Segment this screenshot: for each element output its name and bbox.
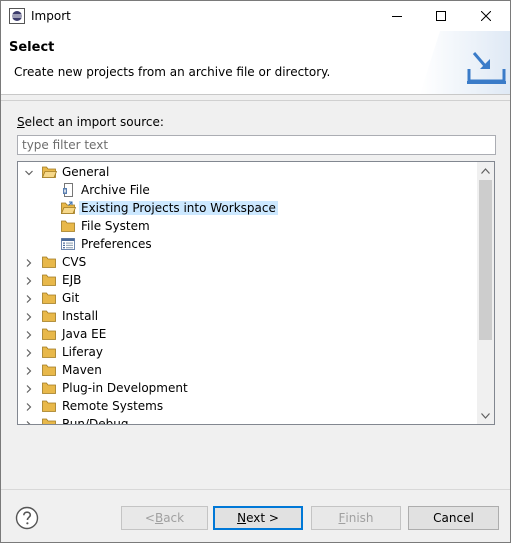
back-label-prefix: < <box>144 511 155 525</box>
tree-item[interactable]: Liferay <box>18 343 478 361</box>
chevron-right-icon[interactable] <box>24 365 34 375</box>
tree-item-label: Maven <box>62 363 102 377</box>
next-mnemonic: N <box>237 511 247 525</box>
folder-icon <box>41 344 57 360</box>
window-title: Import <box>31 9 71 23</box>
footer-separator <box>1 489 510 490</box>
folder-icon <box>41 272 57 288</box>
tree-item[interactable]: Archive File <box>18 181 478 199</box>
filter-input[interactable] <box>17 135 496 155</box>
folder-icon <box>41 254 57 270</box>
tree-item[interactable]: Java EE <box>18 325 478 343</box>
finish-button[interactable]: Finish <box>311 506 401 530</box>
scroll-thumb[interactable] <box>479 180 492 340</box>
minimize-button[interactable] <box>375 1 419 31</box>
scroll-down-button[interactable] <box>477 407 494 424</box>
tree-item[interactable]: Existing Projects into Workspace <box>18 199 478 217</box>
folder-icon <box>41 308 57 324</box>
maximize-button[interactable] <box>419 1 463 31</box>
back-label-rest: ack <box>163 511 185 525</box>
title-bar[interactable]: Import <box>1 1 510 31</box>
page-title: Select <box>9 40 55 55</box>
back-button[interactable]: < Back <box>121 506 208 530</box>
tree-item-label: Git <box>62 291 80 305</box>
folder-icon <box>41 326 57 342</box>
folder-icon <box>41 398 57 414</box>
folder-icon <box>60 218 76 234</box>
tree-item-label: Run/Debug <box>62 417 129 424</box>
maximize-icon <box>436 11 446 21</box>
close-icon <box>481 11 491 21</box>
finish-mnemonic: F <box>338 511 346 525</box>
folder-icon <box>41 380 57 396</box>
tree-item-label: Archive File <box>81 183 150 197</box>
tree-item-label: Preferences <box>81 237 152 251</box>
chevron-right-icon[interactable] <box>24 401 34 411</box>
folder-icon <box>41 362 57 378</box>
chevron-down-icon <box>481 412 490 419</box>
finish-label-rest: inish <box>345 511 374 525</box>
chevron-right-icon[interactable] <box>24 383 34 393</box>
chevron-right-icon[interactable] <box>24 293 34 303</box>
tree-item[interactable]: CVS <box>18 253 478 271</box>
label-mnemonic: S <box>17 115 25 129</box>
tree-items: General Archive File Existing Projects int… <box>18 162 478 424</box>
tree-item-label: File System <box>81 219 150 233</box>
chevron-right-icon[interactable] <box>24 329 34 339</box>
next-button[interactable]: Next > <box>213 506 303 530</box>
eclipse-app-icon <box>9 8 25 24</box>
page-description: Create new projects from an archive file… <box>14 65 331 79</box>
tree-item[interactable]: Remote Systems <box>18 397 478 415</box>
chevron-down-icon[interactable] <box>24 167 34 177</box>
preferences-icon <box>60 236 76 252</box>
existing-projects-icon <box>60 200 77 216</box>
chevron-right-icon[interactable] <box>24 275 34 285</box>
label-text: elect an import source: <box>24 115 164 129</box>
tree-item[interactable]: Git <box>18 289 478 307</box>
tree-item[interactable]: EJB <box>18 271 478 289</box>
cancel-label: Cancel <box>433 511 474 525</box>
minimize-icon <box>392 16 402 17</box>
next-label-rest: ext > <box>246 511 279 525</box>
tree-item[interactable]: General <box>18 163 478 181</box>
tree-item[interactable]: Maven <box>18 361 478 379</box>
import-source-label: Select an import source: <box>17 115 164 129</box>
tree-item-label: Remote Systems <box>62 399 164 413</box>
import-wizard-icon <box>420 31 510 94</box>
import-dialog: Import Select Create new projects from a… <box>0 0 511 543</box>
cancel-button[interactable]: Cancel <box>408 506 499 530</box>
close-button[interactable] <box>464 1 508 31</box>
archive-file-icon <box>60 182 76 198</box>
tree-item-label: Install <box>62 309 99 323</box>
tree-item-label: Liferay <box>62 345 104 359</box>
chevron-up-icon <box>481 167 490 174</box>
wizard-header: Select Create new projects from an archi… <box>1 31 510 95</box>
folder-icon <box>41 290 57 306</box>
folder-open-icon <box>41 164 58 180</box>
tree-item[interactable]: Run/Debug <box>18 415 478 424</box>
tree-vertical-scrollbar[interactable] <box>477 162 494 424</box>
header-separator <box>1 100 510 101</box>
tree-item[interactable]: File System <box>18 217 478 235</box>
help-icon[interactable] <box>15 506 39 530</box>
chevron-right-icon[interactable] <box>24 347 34 357</box>
tree-item-label: Java EE <box>62 327 107 341</box>
tree-item-label: General <box>62 165 110 179</box>
tree-item-label: CVS <box>62 255 87 269</box>
folder-icon <box>41 416 57 424</box>
tree-item-label: EJB <box>62 273 82 287</box>
chevron-right-icon[interactable] <box>24 419 34 424</box>
chevron-right-icon[interactable] <box>24 311 34 321</box>
import-source-tree[interactable]: General Archive File Existing Projects int… <box>17 161 495 425</box>
chevron-right-icon[interactable] <box>24 257 34 267</box>
tree-item[interactable]: Plug-in Development <box>18 379 478 397</box>
tree-item[interactable]: Preferences <box>18 235 478 253</box>
tree-item-label: Existing Projects into Workspace <box>79 201 278 215</box>
tree-item-label: Plug-in Development <box>62 381 188 395</box>
scroll-up-button[interactable] <box>477 162 494 179</box>
tree-item[interactable]: Install <box>18 307 478 325</box>
back-mnemonic: B <box>154 511 164 525</box>
